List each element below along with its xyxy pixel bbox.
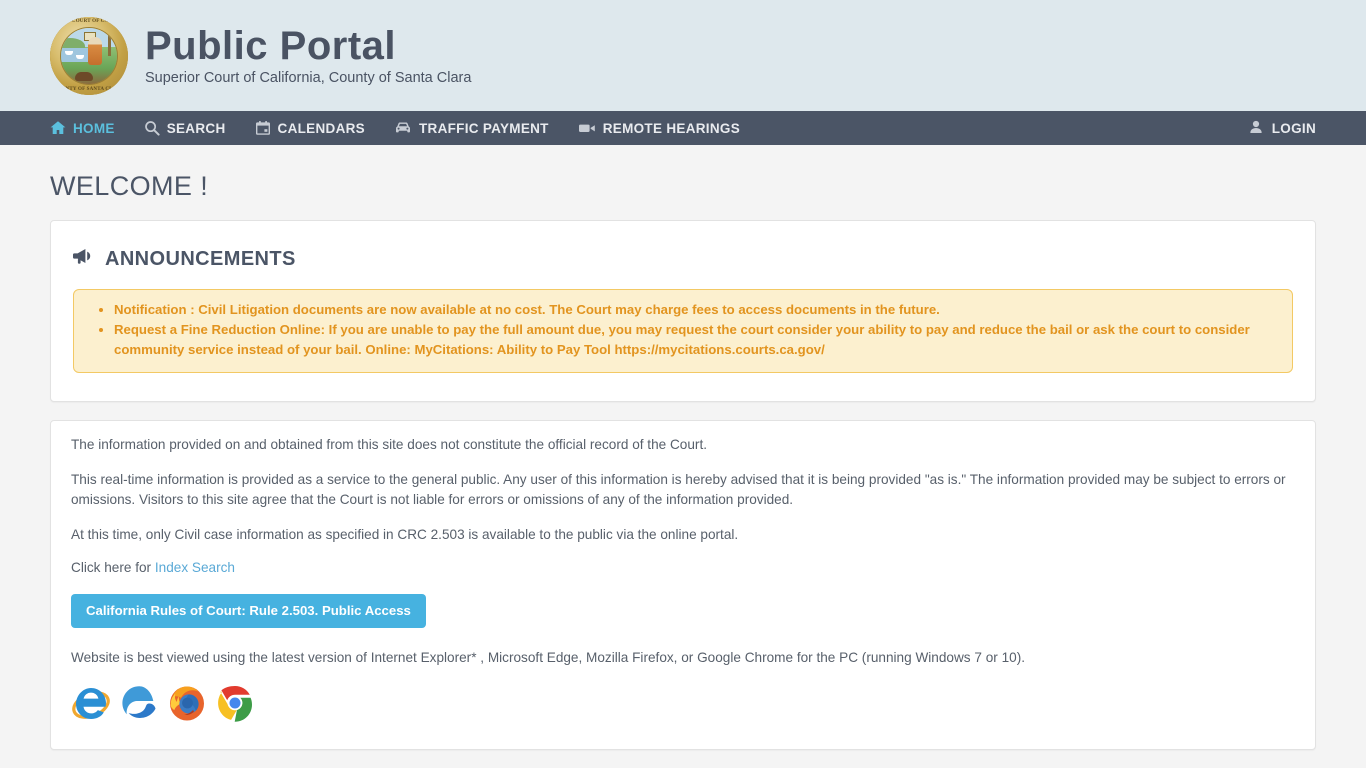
announcements-list: Notification : Civil Litigation document… — [88, 300, 1278, 360]
info-card: The information provided on and obtained… — [50, 420, 1316, 750]
nav-item-search[interactable]: SEARCH — [144, 111, 242, 145]
info-paragraph-3: At this time, only Civil case informatio… — [71, 527, 739, 542]
announcements-heading: ANNOUNCEMENTS — [105, 247, 296, 270]
announcements-card: ANNOUNCEMENTS Notification : Civil Litig… — [50, 220, 1316, 402]
brand: SUPERIOR COURT OF CALIFORNIA COUNTY OF S… — [50, 16, 472, 95]
info-paragraph-1: The information provided on and obtained… — [71, 437, 707, 452]
browser-note: Website is best viewed using the latest … — [71, 650, 1025, 665]
user-icon — [1248, 119, 1264, 138]
index-search-line: Click here for Index Search — [71, 558, 1295, 578]
calendar-icon — [255, 120, 271, 136]
seal-text-top: SUPERIOR COURT OF CALIFORNIA — [50, 19, 128, 24]
main-navigation: HOME SEARCH CALENDARS TRAFFIC PAYMENT RE — [0, 111, 1366, 145]
announcement-item: Request a Fine Reduction Online: If you … — [114, 320, 1278, 360]
nav-label-login: LOGIN — [1271, 120, 1316, 136]
court-seal-icon: SUPERIOR COURT OF CALIFORNIA COUNTY OF S… — [50, 16, 128, 95]
microsoft-edge-icon — [119, 683, 159, 723]
nav-item-traffic-payment[interactable]: TRAFFIC PAYMENT — [394, 111, 565, 145]
announcement-item: Notification : Civil Litigation document… — [114, 300, 1278, 320]
mozilla-firefox-icon — [167, 683, 207, 723]
nav-item-remote-hearings[interactable]: REMOTE HEARINGS — [578, 111, 756, 145]
nav-label-remote-hearings: REMOTE HEARINGS — [602, 120, 740, 136]
internet-explorer-icon — [71, 683, 111, 723]
announcements-alert: Notification : Civil Litigation document… — [73, 289, 1293, 373]
megaphone-icon — [73, 247, 94, 271]
browser-icons — [71, 683, 1295, 723]
info-paragraph-2: This real-time information is provided a… — [71, 472, 1286, 507]
site-title: Public Portal — [145, 24, 396, 69]
video-camera-icon — [578, 120, 596, 136]
index-search-link[interactable]: Index Search — [155, 560, 235, 575]
nav-label-search: SEARCH — [166, 120, 226, 136]
nav-item-home[interactable]: HOME — [50, 111, 131, 145]
announcements-header: ANNOUNCEMENTS — [73, 247, 1295, 271]
nav-item-login[interactable]: LOGIN — [1248, 119, 1316, 138]
seal-text-bottom: COUNTY OF SANTA CLARA — [53, 87, 125, 92]
nav-item-calendars[interactable]: CALENDARS — [255, 111, 381, 145]
search-icon — [144, 120, 160, 136]
page-body: WELCOME ! ANNOUNCEMENTS Notification : C… — [0, 171, 1366, 750]
california-rules-of-court-button[interactable]: California Rules of Court: Rule 2.503. P… — [71, 594, 426, 628]
site-subtitle: Superior Court of California, County of … — [145, 69, 472, 86]
page-title: WELCOME ! — [50, 171, 209, 201]
google-chrome-icon — [215, 683, 255, 723]
home-icon — [50, 120, 66, 136]
nav-label-calendars: CALENDARS — [277, 120, 365, 136]
nav-label-traffic-payment: TRAFFIC PAYMENT — [418, 120, 549, 136]
car-icon — [394, 120, 412, 136]
site-header: SUPERIOR COURT OF CALIFORNIA COUNTY OF S… — [0, 0, 1366, 111]
nav-label-home: HOME — [73, 120, 115, 136]
click-here-text: Click here for — [71, 560, 155, 575]
